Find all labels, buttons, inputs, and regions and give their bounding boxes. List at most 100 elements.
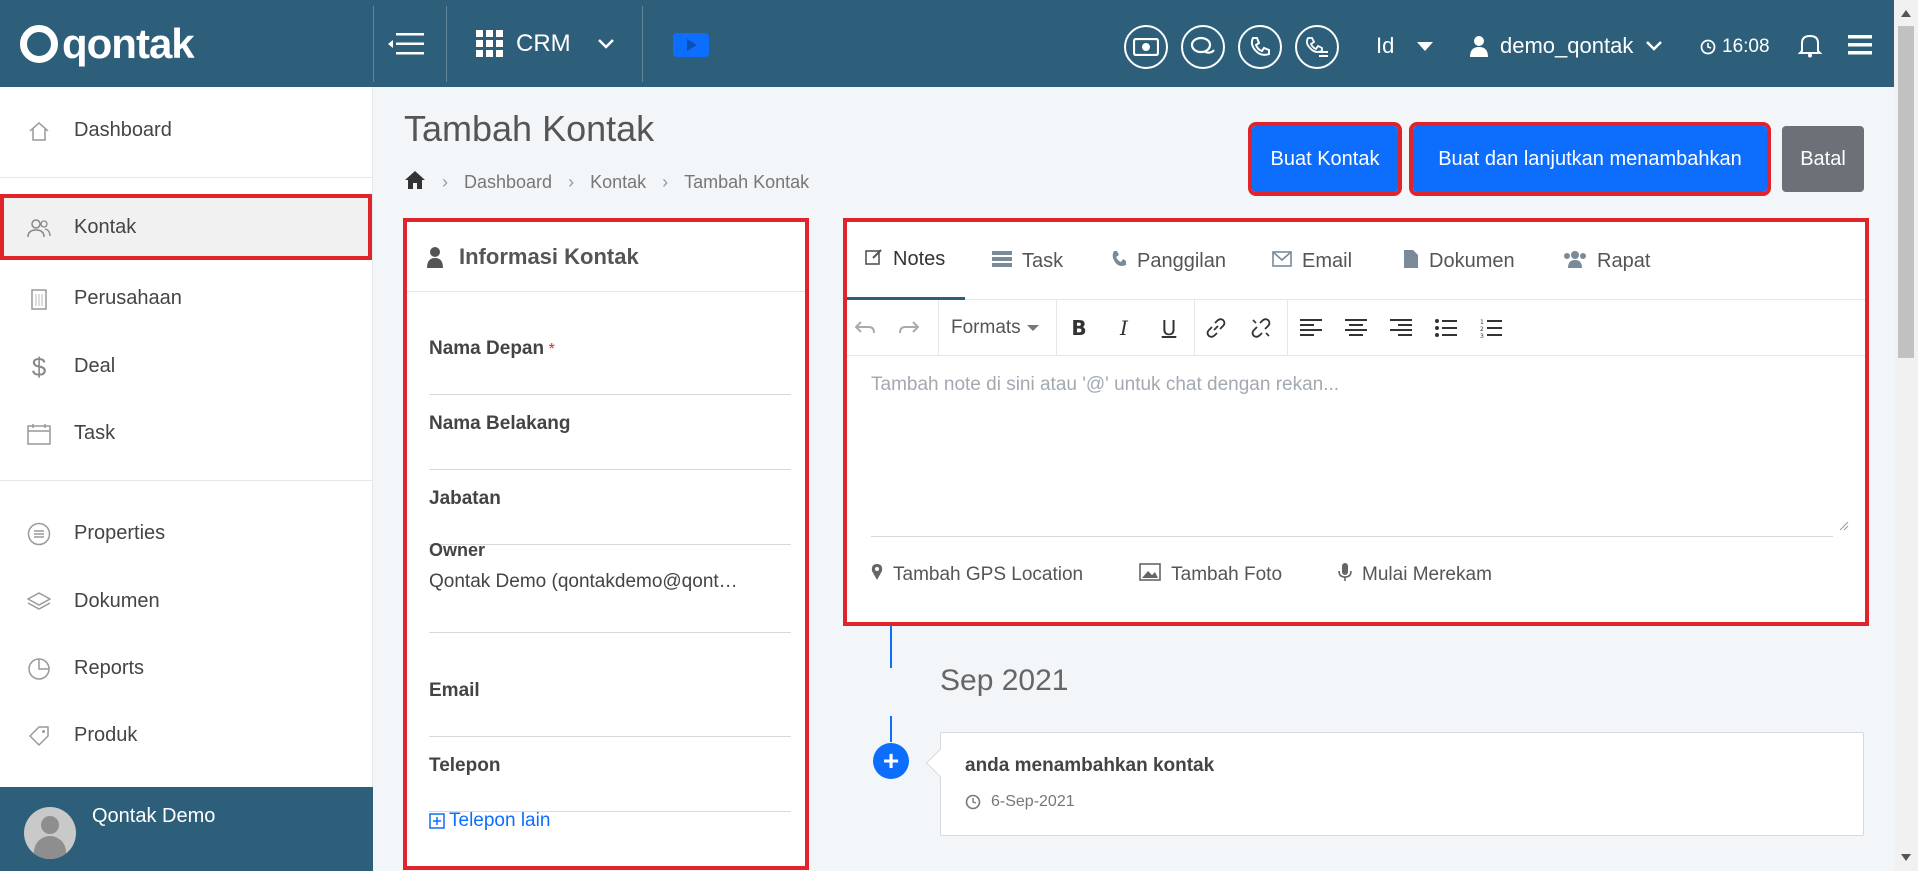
- sidebar-item-perusahaan[interactable]: Perusahaan: [0, 265, 372, 331]
- clock-icon: [965, 794, 981, 810]
- sidebar-item-dashboard[interactable]: Dashboard: [0, 97, 372, 163]
- underline-icon[interactable]: U: [1155, 314, 1183, 342]
- caret-down-icon: [1417, 42, 1434, 51]
- logo-text: qontak: [62, 19, 195, 67]
- resize-handle-icon[interactable]: [1837, 518, 1849, 531]
- top-navbar: qontak CRM Id demo_qontak 16:08: [0, 0, 1918, 87]
- add-photo-button[interactable]: Tambah Foto: [1139, 562, 1282, 587]
- user-icon: [427, 246, 443, 268]
- align-right-icon[interactable]: [1387, 314, 1415, 342]
- sidebar: Dashboard Kontak Perusahaan $ Deal Task …: [0, 87, 373, 871]
- logo-mark-icon: [20, 24, 58, 63]
- sidebar-item-reports[interactable]: Reports: [0, 635, 372, 701]
- sidebar-item-dokumen[interactable]: Dokumen: [0, 568, 372, 634]
- chat-button[interactable]: [1181, 25, 1225, 69]
- page-title: Tambah Kontak: [404, 108, 655, 149]
- tag-icon: [27, 724, 51, 748]
- tab-task[interactable]: Task: [992, 222, 1063, 300]
- sidebar-item-task[interactable]: Task: [0, 400, 372, 466]
- timeline-month: Sep 2021: [940, 664, 1069, 697]
- scroll-up-icon[interactable]: [1894, 4, 1918, 24]
- plus-square-icon: [429, 813, 445, 829]
- sidebar-item-label: Dokumen: [74, 589, 160, 612]
- contact-info-panel: Informasi Kontak Nama Depan * Nama Belak…: [403, 218, 809, 870]
- tab-notes[interactable]: Notes: [847, 222, 966, 300]
- cancel-button[interactable]: Batal: [1782, 126, 1864, 192]
- scroll-down-icon[interactable]: [1894, 848, 1918, 868]
- align-center-icon[interactable]: [1342, 314, 1370, 342]
- play-icon: [687, 39, 697, 51]
- avatar: [24, 807, 76, 859]
- main-menu-button[interactable]: [1846, 32, 1874, 58]
- add-gps-button[interactable]: Tambah GPS Location: [871, 562, 1083, 587]
- apps-grid-icon: [476, 30, 503, 57]
- start-recording-button[interactable]: Mulai Merekam: [1338, 562, 1492, 587]
- notifications-button[interactable]: [1796, 30, 1824, 60]
- sidebar-user-profile[interactable]: Qontak Demo: [0, 787, 373, 871]
- create-contact-button[interactable]: Buat Kontak: [1248, 122, 1402, 196]
- dollar-icon: $: [31, 351, 47, 382]
- breadcrumb-dashboard[interactable]: Dashboard: [464, 172, 552, 193]
- video-tutorial-button[interactable]: [673, 33, 709, 57]
- pie-chart-icon: [27, 657, 51, 681]
- sidebar-item-kontak[interactable]: Kontak: [0, 194, 372, 260]
- call-log-button[interactable]: [1295, 25, 1339, 69]
- align-left-icon[interactable]: [1297, 314, 1325, 342]
- sidebar-toggle-button[interactable]: [384, 26, 428, 62]
- activity-panel: Notes Task Panggilan Email Dokumen Rapat…: [843, 218, 1869, 626]
- sidebar-item-label: Properties: [74, 521, 166, 544]
- sidebar-item-produk[interactable]: Produk: [0, 702, 372, 768]
- language-selector[interactable]: Id: [1376, 30, 1434, 62]
- billing-button[interactable]: [1124, 25, 1168, 69]
- timeline-line: [890, 626, 892, 668]
- add-phone-link[interactable]: Telepon lain: [429, 806, 791, 836]
- hamburger-icon: [1848, 35, 1872, 55]
- activity-tabs: Notes Task Panggilan Email Dokumen Rapat: [847, 222, 1865, 300]
- unlink-icon[interactable]: [1247, 314, 1275, 342]
- job-title-field[interactable]: Jabatan: [429, 488, 791, 548]
- sidebar-item-label: Produk: [74, 723, 138, 746]
- clock-time: 16:08: [1722, 36, 1770, 57]
- tab-panggilan[interactable]: Panggilan: [1111, 222, 1226, 300]
- bold-icon[interactable]: B: [1065, 314, 1093, 342]
- user-menu[interactable]: demo_qontak: [1470, 30, 1663, 62]
- phone-button[interactable]: [1238, 25, 1282, 69]
- required-marker: *: [548, 341, 555, 358]
- bell-icon: [1798, 34, 1822, 58]
- divider: [373, 6, 374, 82]
- breadcrumb-separator: ›: [568, 172, 575, 192]
- breadcrumb-kontak[interactable]: Kontak: [590, 172, 646, 193]
- undo-icon[interactable]: [851, 314, 879, 342]
- numbered-list-icon[interactable]: 123: [1477, 314, 1505, 342]
- last-name-field[interactable]: Nama Belakang: [429, 413, 791, 473]
- calendar-icon: [27, 422, 51, 446]
- sidebar-item-label: Deal: [74, 354, 116, 377]
- bullet-list-icon[interactable]: [1432, 314, 1460, 342]
- first-name-field[interactable]: Nama Depan *: [429, 338, 791, 398]
- italic-icon[interactable]: I: [1110, 314, 1138, 342]
- svg-text:3: 3: [1480, 333, 1484, 338]
- tab-rapat[interactable]: Rapat: [1563, 222, 1650, 300]
- email-field[interactable]: Email: [429, 680, 791, 740]
- sidebar-item-deal[interactable]: $ Deal: [0, 333, 372, 399]
- redo-icon[interactable]: [895, 314, 923, 342]
- qontak-logo[interactable]: qontak: [0, 0, 373, 87]
- home-icon[interactable]: [404, 170, 426, 195]
- svg-text:2: 2: [1480, 326, 1484, 333]
- link-icon[interactable]: [1202, 314, 1230, 342]
- formats-dropdown[interactable]: Formats: [951, 314, 1039, 342]
- create-and-continue-button[interactable]: Buat dan lanjutkan menambahkan: [1409, 122, 1771, 196]
- breadcrumb-separator: ›: [442, 172, 448, 192]
- module-switcher[interactable]: CRM: [476, 26, 615, 62]
- microphone-icon: [1338, 562, 1352, 587]
- list-icon: [27, 522, 51, 546]
- page-scrollbar[interactable]: [1894, 0, 1918, 871]
- editor-toolbar: Formats B I U 123: [847, 300, 1865, 356]
- note-editor[interactable]: Tambah note di sini atau '@' untuk chat …: [871, 374, 1841, 396]
- owner-field[interactable]: Owner Qontak Demo (qontakdemo@qont…: [429, 540, 791, 660]
- sidebar-item-properties[interactable]: Properties: [0, 500, 372, 566]
- file-icon: [1403, 249, 1419, 274]
- tab-dokumen[interactable]: Dokumen: [1403, 222, 1515, 300]
- tab-email[interactable]: Email: [1272, 222, 1352, 300]
- scrollbar-thumb[interactable]: [1898, 26, 1914, 358]
